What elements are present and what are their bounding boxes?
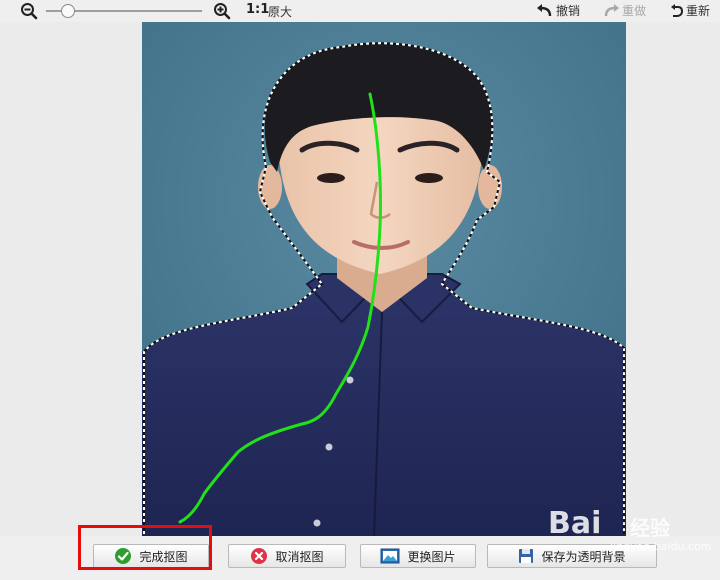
- finish-cutout-label: 完成抠图: [139, 549, 188, 564]
- zoom-out-icon[interactable]: [20, 2, 38, 20]
- redo-button[interactable]: 重做: [602, 2, 646, 19]
- shirt-button: [325, 443, 333, 451]
- change-image-label: 更换图片: [407, 549, 456, 564]
- canvas-area[interactable]: [0, 22, 720, 536]
- save-icon: [519, 549, 534, 563]
- undo-icon: [537, 3, 552, 16]
- portrait-photo[interactable]: [142, 22, 626, 536]
- right-eye: [415, 173, 443, 183]
- close-icon: [251, 548, 268, 564]
- shirt-button: [313, 519, 321, 527]
- zoom-slider[interactable]: [46, 4, 202, 18]
- left-eye: [317, 173, 345, 183]
- toolbar: 1:1 原大 撤销 重做 重新: [0, 0, 720, 22]
- change-image-button[interactable]: 更换图片: [360, 544, 476, 568]
- cancel-cutout-button[interactable]: 取消抠图: [228, 544, 346, 568]
- shirt: [142, 287, 626, 536]
- reset-label: 重新: [686, 4, 711, 18]
- shirt-button: [346, 376, 354, 384]
- original-size-button[interactable]: 原大: [268, 3, 292, 20]
- save-transparent-button[interactable]: 保存为透明背景: [487, 544, 657, 568]
- zoom-slider-thumb[interactable]: [60, 4, 75, 18]
- finish-cutout-button[interactable]: 完成抠图: [93, 544, 209, 568]
- check-icon: [115, 548, 132, 564]
- cutout-editor: 1:1 原大 撤销 重做 重新 完成抠图 取消抠图 更换图片 保存为透明背景 B…: [0, 0, 720, 580]
- image-icon: [380, 548, 400, 564]
- undo-label: 撤销: [556, 4, 581, 18]
- zoom-in-icon[interactable]: [213, 2, 231, 20]
- save-transparent-label: 保存为透明背景: [541, 549, 626, 564]
- reset-button[interactable]: 重新: [670, 2, 710, 19]
- undo-button[interactable]: 撤销: [536, 2, 580, 19]
- reset-icon: [671, 3, 684, 17]
- redo-label: 重做: [622, 4, 647, 18]
- cancel-cutout-label: 取消抠图: [275, 549, 324, 564]
- bottom-bar: 完成抠图 取消抠图 更换图片 保存为透明背景: [0, 536, 720, 580]
- ratio-button[interactable]: 1:1: [246, 2, 269, 17]
- redo-icon: [604, 3, 619, 16]
